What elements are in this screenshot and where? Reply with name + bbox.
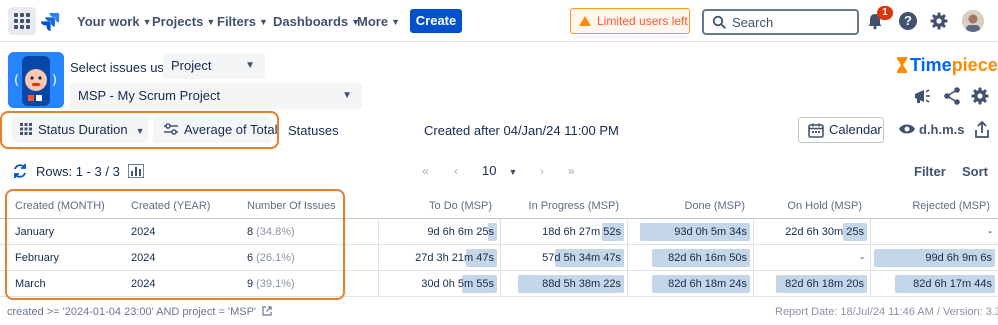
column-divider bbox=[753, 271, 754, 297]
timepiece-app-icon: ( ) bbox=[8, 52, 64, 108]
status-duration-cell: 99d 6h 9m 6s bbox=[925, 252, 992, 264]
chevron-down-icon: ▼ bbox=[259, 17, 268, 27]
settings-gear-icon[interactable] bbox=[970, 86, 990, 106]
filter-button[interactable]: Filter bbox=[914, 164, 946, 179]
jql-query[interactable]: created >= '2024-01-04 23:00' AND projec… bbox=[7, 306, 272, 318]
status-duration-dropdown[interactable]: Status Duration ▼ bbox=[12, 117, 148, 143]
status-duration-cell: 82d 6h 18m 20s bbox=[785, 278, 864, 290]
time-format-toggle[interactable]: d.h.m.s bbox=[899, 122, 965, 137]
chevron-down-icon: ▼ bbox=[342, 90, 352, 101]
status-duration-cell: 57d 5h 34m 47s bbox=[542, 252, 621, 264]
status-duration-cell: - bbox=[860, 252, 864, 264]
previous-page-icon[interactable]: ‹ bbox=[454, 164, 458, 178]
create-button[interactable]: Create bbox=[410, 9, 462, 33]
settings-gear-icon[interactable] bbox=[929, 11, 949, 31]
first-page-icon[interactable]: « bbox=[422, 164, 429, 178]
status-duration-cell: 30d 0h 5m 55s bbox=[421, 278, 494, 290]
column-divider bbox=[500, 245, 501, 271]
status-duration-cell: 27d 3h 21m 47s bbox=[415, 252, 494, 264]
report-info: Report Date: 18/Jul/24 11:46 AM / Versio… bbox=[775, 306, 998, 318]
chevron-down-icon: ▼ bbox=[245, 60, 255, 71]
search-icon bbox=[712, 15, 726, 29]
col-header-status[interactable]: Rejected (MSP) bbox=[870, 193, 990, 219]
column-divider bbox=[378, 271, 379, 297]
status-duration-cell: 9d 6h 6m 25s bbox=[427, 226, 494, 238]
col-header-status[interactable]: To Do (MSP) bbox=[378, 193, 492, 219]
warning-icon bbox=[579, 16, 591, 26]
chevron-down-icon: ▼ bbox=[135, 126, 145, 136]
grouping-highlight bbox=[5, 189, 345, 300]
app-switcher-icon[interactable] bbox=[8, 7, 36, 35]
column-divider bbox=[627, 271, 628, 297]
column-divider bbox=[378, 219, 379, 245]
column-divider bbox=[870, 245, 871, 271]
col-header-status[interactable]: On Hold (MSP) bbox=[753, 193, 862, 219]
nav-more[interactable]: More ▼ bbox=[357, 14, 400, 29]
col-header-status[interactable]: In Progress (MSP) bbox=[500, 193, 619, 219]
status-duration-cell: 82d 6h 18m 24s bbox=[668, 278, 747, 290]
calendar-button[interactable]: Calendar bbox=[798, 117, 884, 143]
announcement-megaphone-icon[interactable] bbox=[912, 86, 932, 106]
nav-filters[interactable]: Filters ▼ bbox=[217, 14, 268, 29]
project-select[interactable]: MSP - My Scrum Project ▼ bbox=[70, 83, 362, 109]
column-divider bbox=[627, 219, 628, 245]
column-divider bbox=[753, 219, 754, 245]
bar-chart-icon[interactable] bbox=[127, 164, 144, 178]
search-input[interactable]: Search bbox=[702, 9, 859, 35]
col-header-status[interactable]: Done (MSP) bbox=[627, 193, 745, 219]
svg-text:(: ( bbox=[14, 73, 19, 88]
eye-icon bbox=[899, 124, 915, 134]
sliders-icon bbox=[164, 123, 178, 135]
status-duration-cell: 18d 6h 27m 52s bbox=[542, 226, 621, 238]
grid-icon bbox=[20, 123, 32, 135]
export-upload-icon[interactable] bbox=[972, 120, 992, 140]
rows-count: Rows: 1 - 3 / 3 bbox=[36, 163, 120, 179]
column-divider bbox=[500, 219, 501, 245]
status-duration-cell: 82d 6h 16m 50s bbox=[668, 252, 747, 264]
top-navigation: Your work ▼ Projects ▼ Filters ▼ Dashboards… bbox=[0, 0, 998, 42]
nav-projects[interactable]: Projects ▼ bbox=[152, 14, 215, 29]
notification-count-badge: 1 bbox=[877, 6, 893, 20]
timepiece-logo: Timepiece bbox=[897, 55, 998, 76]
column-divider bbox=[870, 271, 871, 297]
status-duration-cell: 88d 5h 38m 22s bbox=[542, 278, 621, 290]
rows-info: Rows: 1 - 3 / 3 bbox=[12, 163, 144, 179]
column-divider bbox=[378, 245, 379, 271]
next-page-icon[interactable]: › bbox=[540, 164, 544, 178]
average-of-total-button[interactable]: Average of Total bbox=[153, 117, 277, 143]
statuses-button[interactable]: Statuses bbox=[288, 123, 339, 138]
share-icon[interactable] bbox=[942, 86, 962, 106]
limited-users-button[interactable]: Limited users left bbox=[570, 8, 690, 34]
help-icon[interactable]: ? bbox=[899, 12, 917, 30]
chevron-down-icon: ▼ bbox=[391, 17, 400, 27]
chevron-down-icon: ▼ bbox=[142, 17, 152, 27]
hourglass-icon bbox=[897, 57, 907, 73]
column-divider bbox=[753, 245, 754, 271]
external-link-icon[interactable] bbox=[262, 306, 272, 316]
status-duration-cell: 22d 6h 30m 25s bbox=[785, 226, 864, 238]
status-duration-cell: 82d 6h 17m 44s bbox=[913, 278, 992, 290]
user-avatar[interactable] bbox=[962, 10, 984, 32]
refresh-icon[interactable] bbox=[12, 163, 28, 179]
column-divider bbox=[500, 271, 501, 297]
nav-dashboards[interactable]: Dashboards ▼ bbox=[273, 14, 360, 29]
column-divider bbox=[627, 245, 628, 271]
source-select[interactable]: Project ▼ bbox=[163, 53, 265, 79]
created-after-filter[interactable]: Created after 04/Jan/24 11:00 PM bbox=[424, 123, 619, 138]
chevron-down-icon: ▼ bbox=[508, 167, 518, 177]
column-divider bbox=[870, 219, 871, 245]
nav-your-work[interactable]: Your work ▼ bbox=[77, 14, 152, 29]
status-duration-cell: 93d 0h 5m 34s bbox=[674, 226, 747, 238]
chevron-down-icon: ▼ bbox=[206, 17, 216, 27]
jira-logo-icon[interactable] bbox=[40, 11, 60, 31]
page-size-select[interactable]: 10 ▼ bbox=[482, 163, 517, 178]
calendar-icon bbox=[808, 123, 824, 138]
svg-text:): ) bbox=[52, 73, 57, 88]
sort-button[interactable]: Sort bbox=[962, 164, 988, 179]
status-duration-cell: - bbox=[988, 226, 992, 238]
last-page-icon[interactable]: » bbox=[568, 164, 575, 178]
